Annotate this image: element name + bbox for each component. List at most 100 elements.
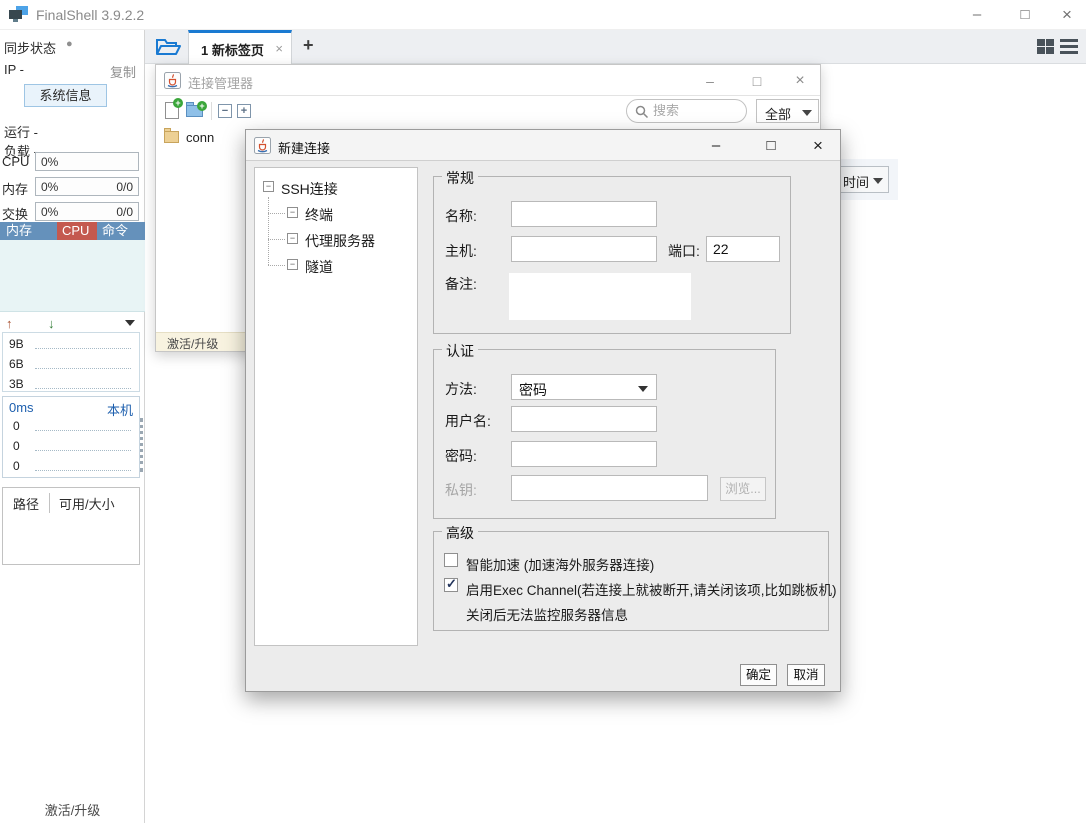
tab-cpu[interactable]: CPU — [57, 222, 97, 240]
window-minimize-button[interactable]: – — [964, 4, 990, 26]
password-label: 密码: — [445, 446, 477, 466]
memory-stat-bar: 0% 0/0 — [35, 177, 139, 196]
sync-status-dot-icon: ● — [66, 38, 73, 50]
host-input[interactable] — [511, 236, 657, 262]
method-dropdown[interactable]: 密码 — [511, 374, 657, 400]
new-folder-icon[interactable]: + — [186, 105, 203, 117]
ping-latency: 0ms — [9, 400, 34, 415]
tab-memory[interactable]: 内存 — [0, 222, 57, 240]
swap-stat-value: 0% — [41, 205, 58, 219]
name-input[interactable] — [511, 201, 657, 227]
collapse-box-icon[interactable]: − — [287, 207, 298, 218]
cm-activate-upgrade-link[interactable]: 激活/升级 — [167, 335, 218, 352]
port-input[interactable] — [706, 236, 780, 262]
private-key-input[interactable] — [511, 475, 708, 501]
general-legend: 常规 — [442, 168, 478, 188]
system-info-button[interactable]: 系统信息 — [24, 84, 107, 107]
ping-tick: 0 — [13, 419, 20, 433]
chevron-down-icon — [802, 110, 812, 116]
net-tick: 3B — [9, 377, 24, 391]
open-folder-icon[interactable] — [155, 37, 181, 57]
notes-label: 备注: — [445, 274, 477, 294]
collapse-box-icon[interactable]: − — [263, 181, 274, 192]
net-tick: 6B — [9, 357, 24, 371]
activate-upgrade-link[interactable]: 激活/升级 — [0, 800, 145, 819]
window-close-button[interactable]: × — [1054, 4, 1080, 26]
copy-link[interactable]: 复制 — [110, 62, 136, 81]
username-input[interactable] — [511, 406, 657, 432]
notes-textarea[interactable] — [509, 273, 691, 320]
app-title: FinalShell 3.9.2.2 — [36, 7, 144, 23]
ok-button[interactable]: 确定 — [740, 664, 777, 686]
collapse-box-icon[interactable]: − — [287, 259, 298, 270]
time-dropdown[interactable]: 时间 — [836, 166, 889, 193]
disk-table: 路径 可用/大小 — [2, 487, 140, 565]
sync-status-label: 同步状态 — [4, 38, 56, 57]
cm-maximize-button[interactable]: □ — [746, 70, 768, 92]
exec-channel-checkbox[interactable]: ✓ — [444, 578, 458, 592]
memory-stat-label: 内存 — [2, 179, 28, 198]
cpu-stat-value: 0% — [41, 155, 58, 169]
cpu-stat-bar: 0% — [35, 152, 139, 171]
menu-list-icon[interactable] — [1060, 39, 1078, 54]
upload-arrow-icon: ↑ — [6, 316, 13, 331]
filter-dropdown[interactable]: 全部 — [756, 99, 819, 123]
chevron-down-icon — [873, 178, 883, 184]
chevron-down-icon[interactable] — [125, 320, 135, 326]
java-app-icon — [164, 72, 181, 89]
dialog-settings-tree: − SSH连接 − 终端 − 代理服务器 − 隧道 — [254, 167, 418, 646]
expand-all-icon[interactable]: + — [237, 104, 251, 118]
cm-minimize-button[interactable]: – — [699, 70, 721, 92]
add-tab-button[interactable]: + — [303, 35, 314, 56]
monitor-tabs: 内存 CPU 命令 — [0, 222, 145, 240]
memory-stat-value: 0% — [41, 180, 58, 194]
plus-badge-icon: + — [197, 101, 207, 111]
dialog-title: 新建连接 — [278, 138, 330, 157]
tree-node-label: 隧道 — [305, 257, 333, 277]
cm-close-button[interactable]: × — [789, 70, 811, 92]
window-maximize-button[interactable]: □ — [1012, 4, 1038, 26]
tab-new-tab[interactable]: 1 新标签页 × — [188, 30, 292, 64]
password-input[interactable] — [511, 441, 657, 467]
column-divider[interactable] — [49, 493, 50, 513]
connection-manager-titlebar[interactable]: 连接管理器 – □ × — [156, 65, 820, 96]
dialog-titlebar[interactable]: 新建连接 – □ × — [246, 130, 840, 161]
new-connection-dialog: 新建连接 – □ × − SSH连接 − 终端 − 代理服务器 − 隧道 常规 … — [245, 129, 841, 692]
net-tick: 9B — [9, 337, 24, 351]
tree-node-label: 终端 — [305, 205, 333, 225]
tree-connector — [268, 197, 269, 265]
tab-command[interactable]: 命令 — [97, 222, 145, 240]
search-box[interactable] — [626, 99, 747, 123]
network-graph: 9B 6B 3B — [2, 332, 140, 392]
cancel-button[interactable]: 取消 — [787, 664, 825, 686]
dialog-close-button[interactable]: × — [806, 135, 830, 157]
ping-tick: 0 — [13, 459, 20, 473]
monitor-chart-panel — [0, 240, 145, 312]
disk-col-size: 可用/大小 — [59, 494, 115, 513]
connection-manager-toolbar: + + − + 全部 — [156, 96, 820, 126]
collapse-all-icon[interactable]: − — [218, 104, 232, 118]
collapse-box-icon[interactable]: − — [287, 233, 298, 244]
tree-connector — [268, 265, 285, 266]
tile-layout-icon[interactable] — [1037, 39, 1054, 54]
exec-channel-note: 关闭后无法监控服务器信息 — [466, 604, 628, 624]
app-titlebar: FinalShell 3.9.2.2 – □ × — [0, 0, 1086, 30]
new-connection-icon[interactable]: + — [165, 102, 179, 119]
check-icon: ✓ — [446, 576, 457, 592]
memory-stat-extra: 0/0 — [116, 180, 133, 194]
tree-connector — [268, 213, 285, 214]
search-icon — [635, 105, 649, 119]
disk-col-path: 路径 — [13, 494, 39, 513]
chevron-down-icon — [638, 386, 648, 392]
search-input[interactable] — [653, 103, 741, 118]
tab-close-icon[interactable]: × — [275, 41, 283, 56]
smart-accel-checkbox[interactable] — [444, 553, 458, 567]
sidebar-resize-handle[interactable] — [140, 418, 144, 472]
swap-stat-bar: 0% 0/0 — [35, 202, 139, 221]
general-group: 常规 名称: 主机: 端口: 备注: — [433, 176, 791, 334]
browse-button[interactable]: 浏览... — [720, 477, 766, 501]
dialog-maximize-button[interactable]: □ — [759, 135, 783, 157]
connection-manager-title: 连接管理器 — [188, 73, 253, 92]
tab-label: 1 新标签页 — [201, 40, 264, 59]
dialog-minimize-button[interactable]: – — [704, 135, 728, 157]
